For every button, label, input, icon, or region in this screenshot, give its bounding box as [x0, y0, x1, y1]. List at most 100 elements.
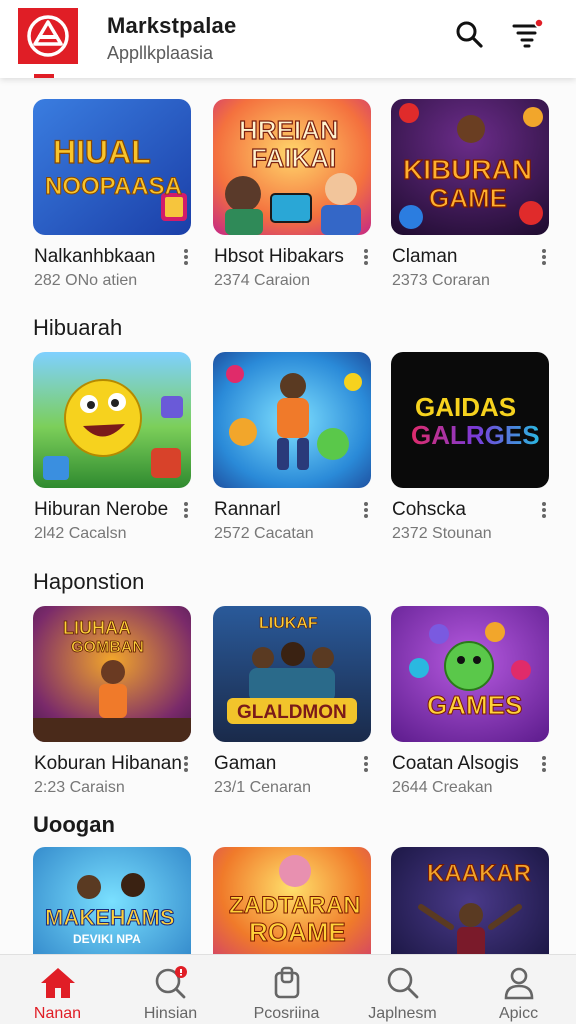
- active-tab-indicator: [34, 74, 54, 78]
- bottom-navigation: Nanan Hinsian Pcosriina Japlnesm Apicc: [0, 954, 576, 1024]
- app-card[interactable]: HIUAL NOOPAASA Nalkanhbkaan 282 ONo atie…: [33, 99, 193, 289]
- app-name: Nalkanhbkaan: [34, 246, 156, 267]
- app-thumbnail[interactable]: [213, 352, 371, 488]
- app-name: Cohscka: [392, 499, 466, 520]
- app-title: Markstpalae: [107, 13, 237, 38]
- nav-label: Nanan: [33, 1005, 82, 1022]
- app-name: Claman: [392, 246, 458, 267]
- more-options-icon[interactable]: [359, 754, 373, 774]
- filter-icon: [512, 18, 544, 48]
- app-subtitle: Appllkplaasia: [107, 43, 214, 63]
- app-card[interactable]: KAAKAR: [391, 847, 551, 954]
- thumb-text: LIUKAF: [259, 615, 318, 632]
- nav-label: Japlnesm: [368, 1005, 437, 1022]
- more-options-icon[interactable]: [359, 500, 373, 520]
- app-meta: 2l42 Cacalsn: [34, 525, 127, 542]
- more-options-icon[interactable]: [537, 754, 551, 774]
- search-icon: [383, 965, 423, 1001]
- game-art-image: LIUHAA GOMBAN: [33, 606, 191, 742]
- thumb-text: GOMBAN: [71, 639, 144, 656]
- app-card[interactable]: MAKEHAMS DEVIKI NPA: [33, 847, 193, 954]
- app-logo[interactable]: [18, 8, 78, 64]
- thumb-text: KAAKAR: [427, 860, 531, 887]
- app-thumbnail[interactable]: KAAKAR: [391, 847, 549, 954]
- app-meta: 23/1 Cenaran: [214, 779, 311, 796]
- app-card[interactable]: Rannarl 2572 Cacatan: [213, 352, 373, 542]
- logo-mark-icon: [27, 15, 69, 57]
- app-card[interactable]: LIUKAF GLALDMON Gaman 23/1 Cenaran: [213, 606, 373, 796]
- thumb-text: LIUHAA: [63, 618, 131, 638]
- app-meta: 2644 Creakan: [392, 779, 493, 796]
- more-options-icon[interactable]: [179, 247, 193, 267]
- app-card[interactable]: GAIDAS GALRGES Cohscka 2372 Stounan: [391, 352, 551, 542]
- game-art-image: KAAKAR: [391, 847, 549, 954]
- thumb-text: HIUAL: [53, 134, 151, 170]
- more-options-icon[interactable]: [179, 754, 193, 774]
- bag-icon: [267, 965, 307, 1001]
- app-meta: 2:23 Caraisn: [34, 779, 125, 796]
- thumb-text: ZADTARAN: [229, 892, 361, 919]
- game-art-image: GAIDAS GALRGES: [391, 352, 549, 488]
- nav-item-home[interactable]: Nanan: [0, 955, 115, 1024]
- thumb-text: NOOPAASA: [45, 173, 182, 200]
- app-thumbnail[interactable]: GAMES: [391, 606, 549, 742]
- notification-search-icon: [151, 965, 191, 1001]
- app-name: Koburan Hibanan: [34, 753, 182, 774]
- more-options-icon[interactable]: [537, 500, 551, 520]
- filter-button[interactable]: [510, 16, 546, 52]
- app-card[interactable]: HREIAN FAIKAI Hbsot Hibakars 2374 Caraio…: [213, 99, 373, 289]
- app-name: Rannarl: [214, 499, 281, 520]
- more-options-icon[interactable]: [179, 500, 193, 520]
- more-options-icon[interactable]: [359, 247, 373, 267]
- app-thumbnail[interactable]: ZADTARAN ROAME: [213, 847, 371, 954]
- app-thumbnail[interactable]: [33, 352, 191, 488]
- app-card[interactable]: LIUHAA GOMBAN Koburan Hibanan 2:23 Carai…: [33, 606, 193, 796]
- app-thumbnail[interactable]: HIUAL NOOPAASA: [33, 99, 191, 235]
- search-button[interactable]: [451, 16, 487, 52]
- nav-item-hinsian[interactable]: Hinsian: [113, 955, 228, 1024]
- main-content[interactable]: HIUAL NOOPAASA Nalkanhbkaan 282 ONo atie…: [0, 78, 576, 954]
- thumb-text: ROAME: [249, 917, 346, 947]
- app-thumbnail[interactable]: LIUHAA GOMBAN: [33, 606, 191, 742]
- app-meta: 2372 Stounan: [392, 525, 492, 542]
- thumb-text: GAME: [429, 183, 507, 213]
- nav-item-pcosriina[interactable]: Pcosriina: [229, 955, 344, 1024]
- more-options-icon[interactable]: [537, 247, 551, 267]
- nav-item-japlnesm[interactable]: Japlnesm: [345, 955, 460, 1024]
- app-thumbnail[interactable]: KIBURAN GAME: [391, 99, 549, 235]
- app-screen: Markstpalae Appllkplaasia HIUAL NOOPAASA…: [0, 0, 576, 1024]
- card-row-4: MAKEHAMS DEVIKI NPA ZADTARAN ROAME KAAKA…: [0, 847, 576, 954]
- nav-label: Pcosriina: [253, 1005, 320, 1022]
- thumb-text: GAMES: [427, 690, 522, 720]
- thumb-text: GAIDAS: [415, 392, 516, 422]
- app-meta: 2374 Caraion: [214, 272, 311, 289]
- app-thumbnail[interactable]: HREIAN FAIKAI: [213, 99, 371, 235]
- thumb-text: MAKEHAMS: [45, 905, 175, 930]
- thumb-text: KIBURAN: [403, 154, 532, 185]
- app-meta: 2373 Coraran: [392, 272, 490, 289]
- app-card[interactable]: KIBURAN GAME Claman 2373 Coraran: [391, 99, 551, 289]
- app-thumbnail[interactable]: MAKEHAMS DEVIKI NPA: [33, 847, 191, 954]
- nav-item-apicc[interactable]: Apicc: [461, 955, 576, 1024]
- game-art-image: ZADTARAN ROAME: [213, 847, 371, 954]
- app-name: Hbsot Hibakars: [214, 246, 344, 267]
- game-art-image: KIBURAN GAME: [391, 99, 549, 235]
- app-name: Gaman: [214, 753, 277, 774]
- game-art-image: [213, 352, 371, 488]
- app-thumbnail[interactable]: GAIDAS GALRGES: [391, 352, 549, 488]
- app-meta: 2572 Cacatan: [214, 525, 314, 542]
- search-icon: [456, 21, 483, 48]
- nav-label: Hinsian: [143, 1005, 198, 1022]
- app-card[interactable]: ZADTARAN ROAME: [213, 847, 373, 954]
- app-thumbnail[interactable]: LIUKAF GLALDMON: [213, 606, 371, 742]
- game-art-image: MAKEHAMS DEVIKI NPA: [33, 847, 191, 954]
- app-name: Hiburan Nerobe: [34, 499, 169, 520]
- app-card[interactable]: GAMES Coatan Alsogis 2644 Creakan: [391, 606, 551, 796]
- app-header: Markstpalae Appllkplaasia: [0, 0, 576, 78]
- nav-label: Apicc: [498, 1005, 539, 1022]
- thumb-text: HREIAN: [239, 115, 339, 145]
- app-card[interactable]: Hiburan Nerobe 2l42 Cacalsn: [33, 352, 193, 542]
- game-art-image: HIUAL NOOPAASA: [33, 99, 191, 235]
- home-icon: [38, 965, 78, 1001]
- card-row-1: HIUAL NOOPAASA Nalkanhbkaan 282 ONo atie…: [0, 99, 576, 299]
